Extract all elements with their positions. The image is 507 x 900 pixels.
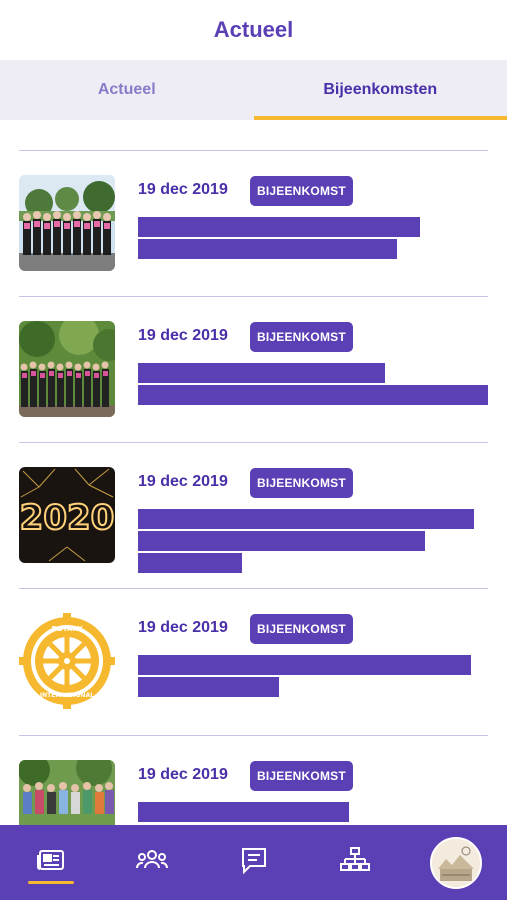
app-header: Actueel <box>0 0 507 60</box>
category-badge: BIJEENKOMST <box>250 761 353 791</box>
title-line <box>138 217 420 237</box>
list-item[interactable]: 19 dec 2019 BIJEENKOMST <box>19 150 488 296</box>
item-date: 19 dec 2019 <box>138 766 228 783</box>
tab-bar: Actueel Bijeenkomsten <box>0 60 507 120</box>
news-icon <box>36 848 66 877</box>
title-line <box>138 553 242 573</box>
rotary-international-logo: ROTARY INTERNATIONAL <box>19 613 115 709</box>
choir-group-photo <box>19 175 115 271</box>
page-title: Actueel <box>213 17 294 42</box>
title-line <box>138 239 397 259</box>
meetings-list: 19 dec 2019 BIJEENKOMST 19 dec 2019 BIJE… <box>19 150 488 881</box>
item-date: 19 dec 2019 <box>138 619 228 636</box>
nav-network[interactable] <box>304 825 405 900</box>
network-icon <box>339 846 370 879</box>
rotary-text: ROTARY <box>51 625 83 633</box>
category-badge: BIJEENKOMST <box>250 176 353 206</box>
category-badge: BIJEENKOMST <box>250 614 353 644</box>
tab-bijeenkomsten[interactable]: Bijeenkomsten <box>253 60 507 120</box>
title-line <box>138 802 349 822</box>
tab-actueel[interactable]: Actueel <box>0 60 254 120</box>
title-line <box>138 363 385 383</box>
nav-members[interactable] <box>101 825 202 900</box>
bottom-navigation <box>0 825 507 900</box>
international-text: INTERNATIONAL <box>40 692 94 699</box>
category-badge: BIJEENKOMST <box>250 468 353 498</box>
list-item[interactable]: 19 dec 2019 BIJEENKOMST <box>19 296 488 442</box>
nav-profile[interactable] <box>406 825 507 900</box>
chat-icon <box>239 845 269 880</box>
profile-avatar <box>430 836 483 889</box>
active-indicator <box>27 881 74 884</box>
members-icon <box>136 848 169 877</box>
nav-news[interactable] <box>0 825 101 900</box>
title-line <box>138 655 471 675</box>
title-line <box>138 509 474 529</box>
item-date: 19 dec 2019 <box>138 327 228 344</box>
list-item[interactable]: ROTARY INTERNATIONAL 19 dec 2019 BIJEENK… <box>19 588 488 735</box>
fireworks-2020-photo: 2020 <box>19 467 115 563</box>
title-line <box>138 677 279 697</box>
item-date: 19 dec 2019 <box>138 181 228 198</box>
title-line <box>138 385 488 405</box>
title-line <box>138 531 425 551</box>
item-date: 19 dec 2019 <box>138 473 228 490</box>
choir-outdoor-photo <box>19 321 115 417</box>
nav-chat[interactable] <box>203 825 304 900</box>
year-text: 2020 <box>20 498 115 538</box>
category-badge: BIJEENKOMST <box>250 322 353 352</box>
list-item[interactable]: 2020 19 dec 2019 BIJEENKOMST <box>19 442 488 588</box>
